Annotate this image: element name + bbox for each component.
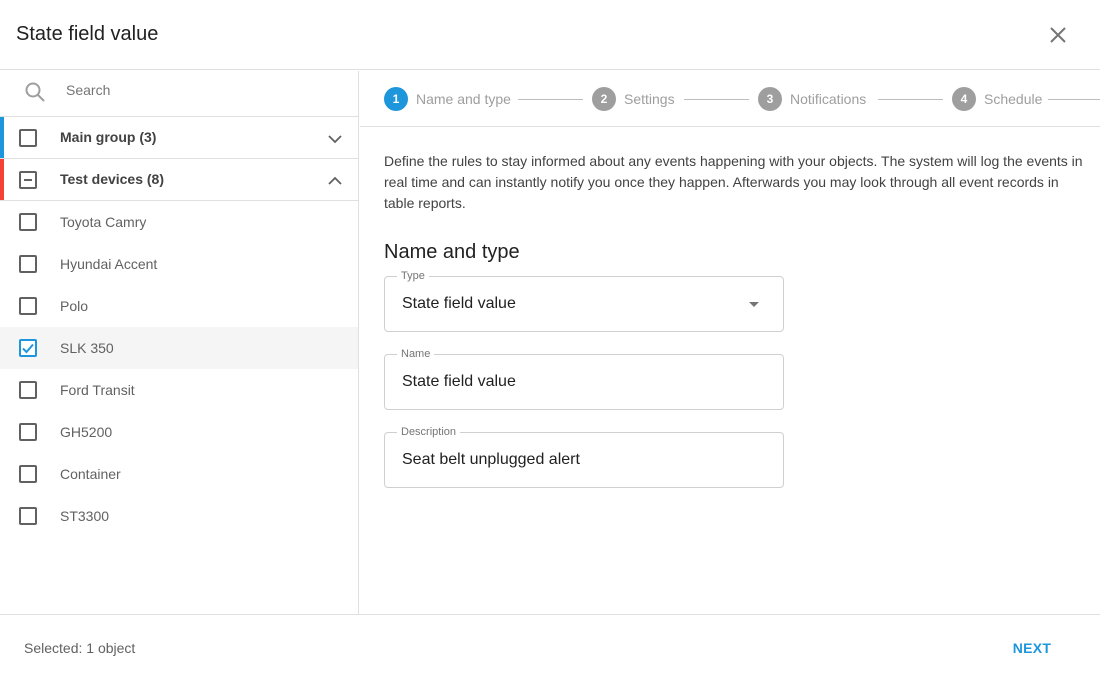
next-button[interactable]: NEXT	[1000, 633, 1064, 663]
description-label: Description	[397, 426, 461, 438]
type-select[interactable]: Type State field value	[384, 270, 784, 332]
list-item[interactable]: GH5200	[0, 411, 358, 453]
step-connector	[518, 99, 583, 100]
item-checkbox[interactable]	[19, 255, 37, 273]
list-item[interactable]: Ford Transit	[0, 369, 358, 411]
search-bar	[0, 71, 358, 117]
dialog: State field value Main group (3)	[0, 0, 1100, 676]
step-number: 1	[384, 87, 408, 111]
wizard-panel: 1 Name and type 2 Settings 3 Notificatio…	[360, 71, 1100, 614]
close-icon	[1050, 27, 1066, 43]
group-color-bar	[0, 159, 4, 200]
description-value: Seat belt unplugged alert	[402, 451, 580, 468]
intro-text: Define the rules to stay informed about …	[384, 153, 1083, 211]
group-label: Main group (3)	[60, 129, 157, 145]
item-checkbox[interactable]	[19, 297, 37, 315]
close-button[interactable]	[1043, 20, 1073, 50]
name-field[interactable]: Name State field value	[384, 348, 784, 410]
list-item[interactable]: Container	[0, 453, 358, 495]
group-test-devices[interactable]: Test devices (8)	[0, 159, 358, 201]
dropdown-arrow-icon	[749, 302, 759, 307]
item-label: GH5200	[60, 424, 113, 440]
step-label: Settings	[624, 91, 675, 107]
item-label: Container	[60, 466, 121, 482]
step-label: Name and type	[416, 91, 511, 107]
object-list-panel: Main group (3) Test devices (8) Toyota C…	[0, 71, 359, 614]
item-checkbox[interactable]	[19, 507, 37, 525]
list-item[interactable]: Polo	[0, 285, 358, 327]
selected-count: Selected: 1 object	[24, 640, 136, 656]
group-label: Test devices (8)	[60, 171, 165, 187]
item-label: Toyota Camry	[60, 214, 147, 230]
item-checkbox[interactable]	[19, 339, 37, 357]
list-item[interactable]: SLK 350	[0, 327, 358, 369]
item-label: SLK 350	[60, 340, 114, 356]
list-item[interactable]: ST3300	[0, 495, 358, 537]
item-label: Polo	[60, 298, 89, 314]
step-label: Schedule	[984, 91, 1043, 107]
search-input[interactable]	[66, 79, 346, 101]
name-label: Name	[397, 348, 435, 360]
item-label: Hyundai Accent	[60, 256, 158, 272]
item-checkbox[interactable]	[19, 381, 37, 399]
step-number: 4	[952, 87, 976, 111]
item-label: Ford Transit	[60, 382, 135, 398]
step-connector	[684, 99, 749, 100]
group-color-bar	[0, 117, 4, 158]
type-value: State field value	[402, 295, 516, 312]
group-checkbox[interactable]	[19, 129, 37, 147]
step-number: 3	[758, 87, 782, 111]
name-value: State field value	[402, 373, 516, 390]
step-number: 2	[592, 87, 616, 111]
group-checkbox[interactable]	[19, 171, 37, 189]
step-connector	[1048, 99, 1100, 100]
search-icon	[25, 82, 45, 102]
list-item[interactable]: Hyundai Accent	[0, 243, 358, 285]
check-icon	[22, 343, 34, 354]
item-checkbox[interactable]	[19, 213, 37, 231]
chevron-down-icon[interactable]	[326, 130, 344, 148]
group-main-group[interactable]: Main group (3)	[0, 117, 358, 159]
dialog-footer: Selected: 1 object NEXT	[0, 614, 1100, 676]
step-connector	[878, 99, 943, 100]
description-field[interactable]: Description Seat belt unplugged alert	[384, 426, 784, 488]
step-label: Notifications	[790, 91, 867, 107]
indeterminate-icon	[24, 179, 32, 181]
list-item[interactable]: Toyota Camry	[0, 201, 358, 243]
item-checkbox[interactable]	[19, 423, 37, 441]
dialog-title: State field value	[16, 23, 159, 45]
type-label: Type	[397, 270, 429, 282]
section-title: Name and type	[384, 241, 520, 263]
chevron-up-icon[interactable]	[326, 172, 344, 190]
dialog-header: State field value	[0, 0, 1100, 70]
stepper: 1 Name and type 2 Settings 3 Notificatio…	[360, 71, 1100, 127]
item-checkbox[interactable]	[19, 465, 37, 483]
item-label: ST3300	[60, 508, 110, 524]
